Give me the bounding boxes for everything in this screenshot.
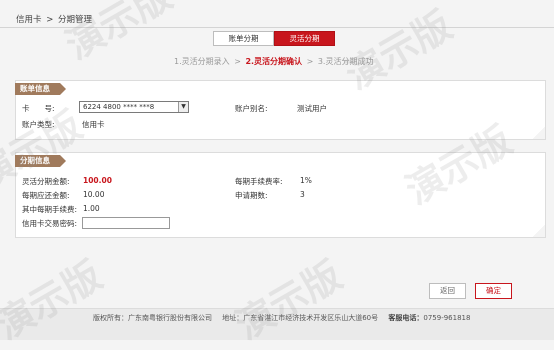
installment-type-tabs: 账单分期 灵活分期 — [213, 31, 335, 46]
card-number-value: 6224 4800 **** ***8 — [83, 103, 155, 111]
step-3: 3.灵活分期成功 — [317, 57, 374, 66]
card-number-label: 卡 号: — [22, 104, 55, 113]
tab-bill-installment[interactable]: 账单分期 — [213, 31, 274, 46]
footer-copyright: 版权所有：广东南粤银行股份有限公司 — [93, 314, 212, 322]
account-info-panel: 账单信息 卡 号: 6224 4800 **** ***8 ▼ 账户类型: 信用… — [15, 80, 546, 140]
footer-address: 地址：广东省湛江市经济技术开发区乐山大道60号 — [222, 314, 379, 322]
installment-info-panel: 分期信息 灵活分期金额: 100.00 每期手续费率: 1% 每期应还金额: 1… — [15, 152, 546, 238]
panel-corner-fold — [532, 224, 546, 238]
account-alias-label: 账户别名: — [235, 104, 268, 113]
footer-hotline: 0759-961818 — [423, 314, 471, 322]
breadcrumb-current: 分期管理 — [58, 15, 93, 25]
periods-value: 3 — [300, 190, 305, 199]
footer: 版权所有：广东南粤银行股份有限公司 地址：广东省湛江市经济技术开发区乐山大道60… — [0, 308, 554, 340]
breadcrumb-separator: > — [46, 15, 54, 25]
breadcrumb: 信用卡 > 分期管理 — [16, 13, 94, 25]
step-2: 2.灵活分期确认 — [245, 57, 303, 66]
header-divider — [0, 27, 554, 28]
panel-corner-fold — [532, 126, 546, 140]
account-panel-title: 账单信息 — [15, 83, 66, 95]
footer-text: 版权所有：广东南粤银行股份有限公司 地址：广东省湛江市经济技术开发区乐山大道60… — [93, 313, 470, 323]
period-fee-value: 1.00 — [83, 204, 100, 213]
card-number-select[interactable]: 6224 4800 **** ***8 ▼ — [79, 101, 189, 113]
fee-rate-label: 每期手续费率: — [235, 177, 283, 186]
periods-label: 申请期数: — [235, 191, 268, 200]
repay-amount-value: 10.00 — [83, 190, 105, 199]
step-indicator: 1.灵活分期录入 > 2.灵活分期确认 > 3.灵活分期成功 — [174, 56, 373, 67]
step-separator: > — [306, 57, 314, 66]
back-button[interactable]: 返回 — [429, 283, 466, 299]
step-separator: > — [234, 57, 241, 66]
account-type-label: 账户类型: — [22, 120, 55, 129]
period-fee-label: 其中每期手续费: — [22, 205, 78, 214]
chevron-down-icon[interactable]: ▼ — [178, 102, 188, 112]
account-alias-value: 测试用户 — [297, 104, 327, 113]
transaction-password-input[interactable] — [82, 217, 170, 229]
tab-flexible-installment[interactable]: 灵活分期 — [274, 31, 335, 46]
breadcrumb-root[interactable]: 信用卡 — [16, 15, 42, 25]
step-1: 1.灵活分期录入 — [174, 57, 230, 66]
installment-amount-value: 100.00 — [83, 176, 112, 185]
installment-amount-label: 灵活分期金额: — [22, 177, 70, 186]
repay-amount-label: 每期应还金额: — [22, 191, 70, 200]
watermark: 演示版 — [58, 0, 180, 69]
fee-rate-value: 1% — [300, 176, 312, 185]
installment-panel-title: 分期信息 — [15, 155, 66, 167]
confirm-button[interactable]: 确定 — [475, 283, 512, 299]
footer-hotline-label: 客服电话： — [388, 314, 424, 322]
account-type-value: 信用卡 — [82, 120, 105, 129]
transaction-password-label: 信用卡交易密码: — [22, 219, 78, 228]
